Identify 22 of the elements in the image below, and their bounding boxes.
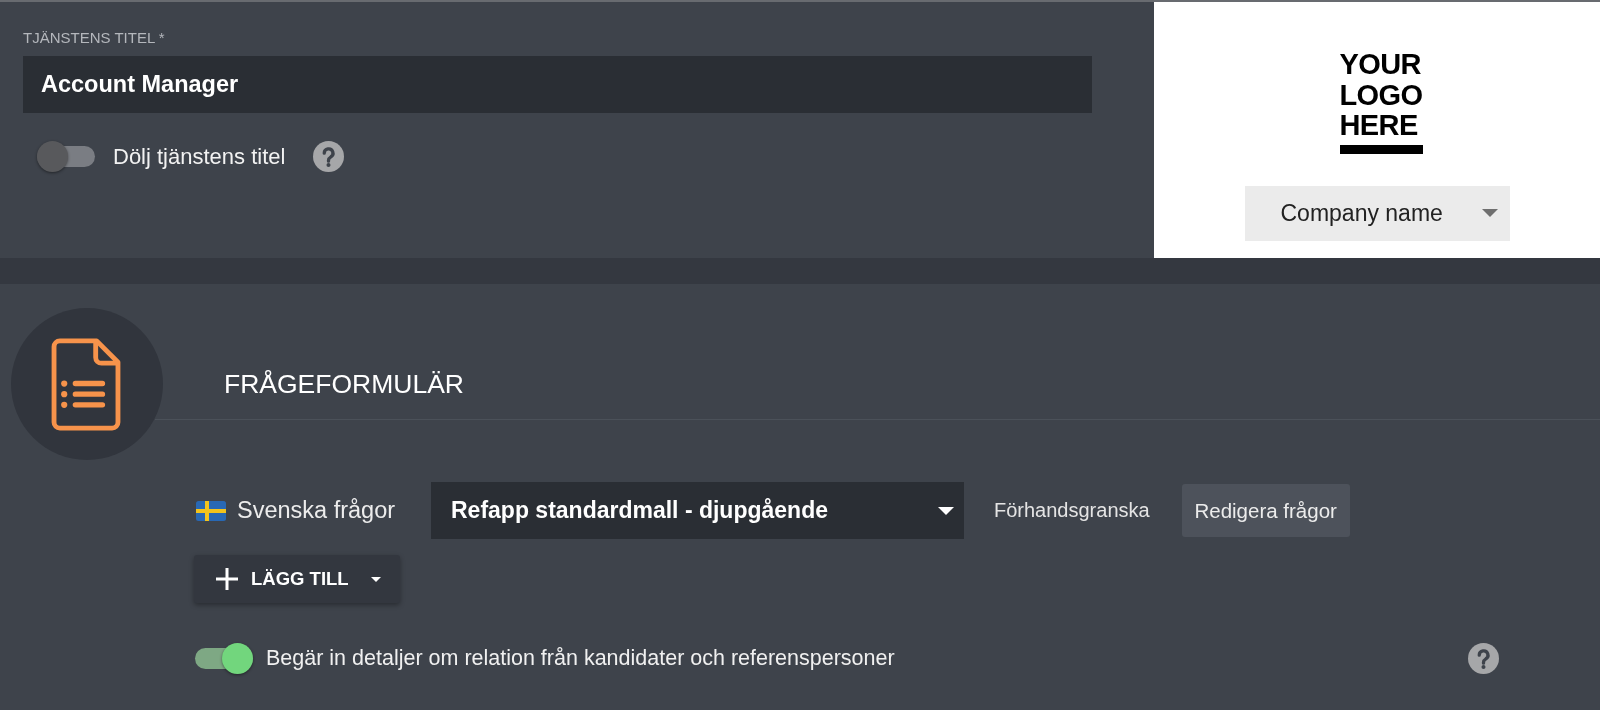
job-title-field[interactable]: Account Manager	[23, 56, 1092, 113]
document-list-icon	[51, 337, 121, 431]
preview-link[interactable]: Förhandsgranska	[994, 499, 1150, 522]
caret-icon	[938, 506, 954, 515]
add-button[interactable]: LÄGG TILL	[194, 555, 400, 603]
help-icon[interactable]	[1468, 643, 1499, 674]
logo-text: YOUR LOGO HERE	[1339, 49, 1423, 141]
language-label: Svenska frågor	[237, 497, 397, 524]
plus-icon	[216, 568, 238, 590]
toggle-label: Dölj tjänstens titel	[113, 143, 286, 170]
template-dropdown[interactable]: Refapp standardmall - djupgående	[431, 482, 964, 539]
caret-icon	[1481, 209, 1498, 217]
field-label: TJÄNSTENS TITEL *	[23, 30, 165, 46]
flag-icon	[196, 500, 226, 521]
toggle-switch[interactable]	[195, 643, 253, 674]
company-dropdown[interactable]: Company name	[1244, 185, 1510, 241]
toggle-switch[interactable]	[37, 141, 95, 172]
caret-icon	[371, 576, 381, 582]
toggle-label: Begär in detaljer om relation från kandidater och referenspersoner	[266, 646, 895, 671]
edit-questions-button[interactable]: Redigera frågor	[1181, 484, 1350, 537]
section-title: FRÅGEFORMULÄR	[224, 370, 464, 398]
help-icon[interactable]	[313, 141, 345, 172]
